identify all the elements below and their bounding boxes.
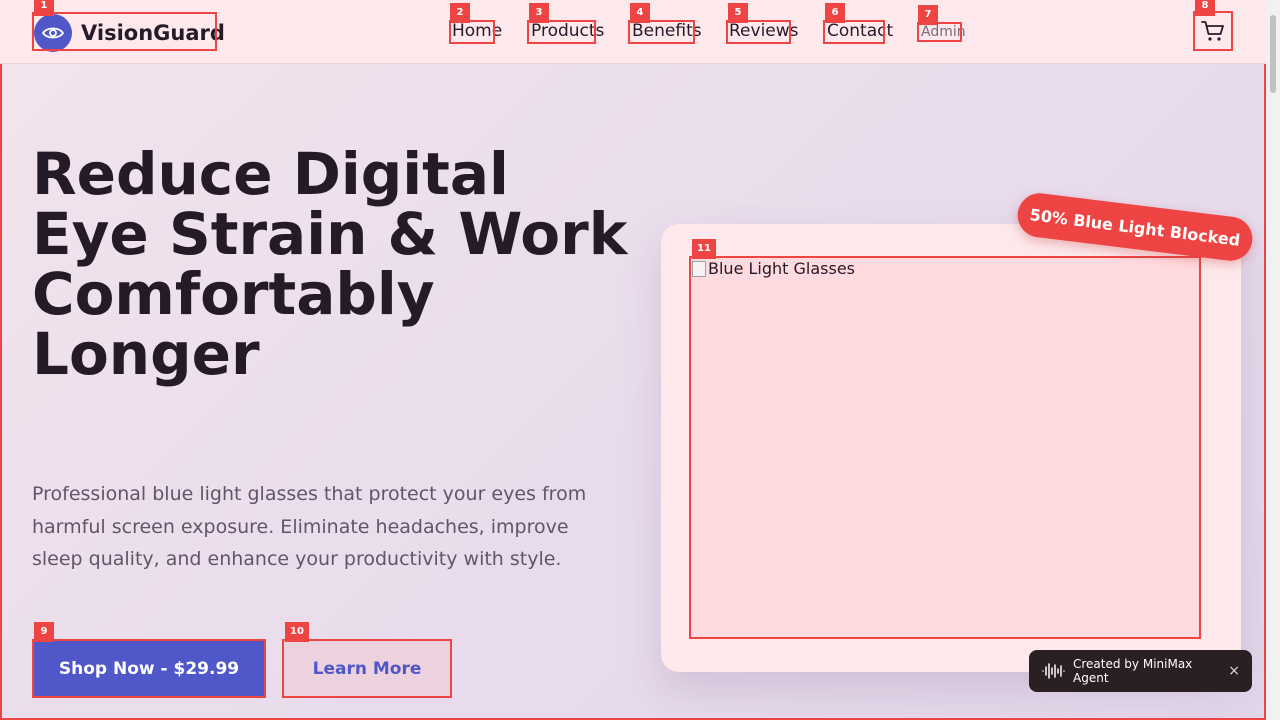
marker-badge: 2 (450, 3, 470, 23)
marker-badge: 10 (285, 622, 309, 642)
logo-highlight (32, 12, 217, 51)
marker-badge: 8 (1195, 0, 1215, 16)
marker-badge: 1 (34, 0, 54, 16)
scrollbar-thumb[interactable] (1270, 15, 1276, 93)
marker-badge: 11 (692, 239, 716, 259)
marker-badge: 7 (918, 5, 938, 25)
cart-highlight (1193, 11, 1233, 51)
toast-label: Created by MiniMax Agent (1073, 657, 1193, 685)
learn-more-highlight (282, 639, 452, 698)
nav-admin-highlight (917, 22, 962, 42)
nav-contact-highlight (823, 20, 885, 44)
marker-badge: 9 (34, 622, 54, 642)
product-image-highlight (689, 256, 1201, 639)
hero-description: Professional blue light glasses that pro… (32, 483, 587, 570)
marker-badge: 4 (630, 3, 650, 23)
marker-badge: 5 (728, 3, 748, 23)
waveform-icon (1042, 663, 1065, 679)
nav-home-highlight (449, 20, 495, 44)
creator-toast: Created by MiniMax Agent × (1029, 650, 1252, 692)
hero-title: Reduce Digital Eye Strain & Work Comfort… (32, 140, 628, 388)
close-icon[interactable]: × (1228, 663, 1240, 679)
marker-badge: 6 (825, 3, 845, 23)
nav-benefits-highlight (628, 20, 695, 44)
scrollbar[interactable] (1266, 0, 1280, 720)
nav-reviews-highlight (726, 20, 791, 44)
shop-now-highlight (32, 639, 266, 698)
marker-badge: 3 (529, 3, 549, 23)
nav-products-highlight (527, 20, 596, 44)
